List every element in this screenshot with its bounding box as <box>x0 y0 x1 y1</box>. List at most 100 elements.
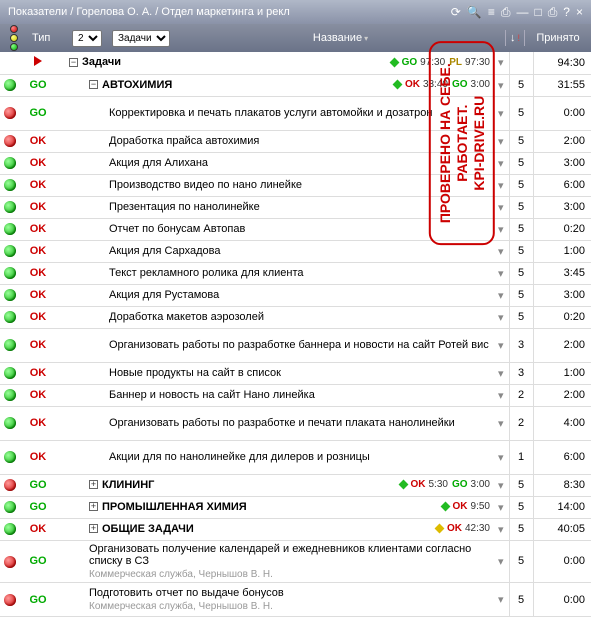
table-row[interactable]: OK+ОБЩИЕ ЗАДАЧИOK42:30▾540:05 <box>0 518 591 540</box>
table-row[interactable]: OKАкция для Рустамова▾53:00 <box>0 284 591 306</box>
num-select[interactable]: 2 <box>68 28 104 49</box>
table-row[interactable]: OKОрганизовать работы по разработке банн… <box>0 328 591 362</box>
minimize-icon[interactable]: — <box>516 5 528 20</box>
table-row[interactable]: GO+КЛИНИНГOK5:30GO3:00▾58:30 <box>0 474 591 496</box>
type-header[interactable]: Тип <box>28 30 64 46</box>
name-cell: Акции для по нанолинейке для дилеров и р… <box>56 440 493 474</box>
name-cell: Корректировка и печать плакатов услуги а… <box>56 96 493 130</box>
row-dropdown[interactable]: ▾ <box>493 96 509 130</box>
task-name: Баннер и новость на сайт Нано линейка <box>109 389 490 402</box>
task-subtext: Коммерческая служба, Чернышов В. Н. <box>89 569 273 580</box>
row-dropdown[interactable]: ▾ <box>493 218 509 240</box>
help-icon[interactable]: ? <box>563 5 570 20</box>
count-cell: 5 <box>509 583 533 617</box>
titlebar: Показатели / Горелова О. А. / Отдел марк… <box>0 0 591 24</box>
time-cell: 6:00 <box>533 440 591 474</box>
row-dropdown[interactable]: ▾ <box>493 384 509 406</box>
row-dropdown[interactable]: ▾ <box>493 583 509 617</box>
red-dot-icon <box>4 594 16 606</box>
collapse-icon[interactable]: − <box>89 80 98 89</box>
name-cell: Акция для Сархадова <box>56 240 493 262</box>
table-row[interactable]: OKДоработка макетов аэрозолей▾50:20 <box>0 306 591 328</box>
task-name: Доработка макетов аэрозолей <box>109 311 490 324</box>
row-dropdown[interactable]: ▾ <box>493 362 509 384</box>
table-row[interactable]: OKБаннер и новость на сайт Нано линейка▾… <box>0 384 591 406</box>
table-row[interactable]: OKТекст рекламного ролика для клиента▾53… <box>0 262 591 284</box>
table-row[interactable]: OKОрганизовать работы по разработке и пе… <box>0 406 591 440</box>
status-light <box>0 262 20 284</box>
row-dropdown[interactable]: ▾ <box>493 152 509 174</box>
table-row[interactable]: GO−АВТОХИМИЯOK33:40GO3:00▾531:55 <box>0 74 591 96</box>
count-cell: 2 <box>509 406 533 440</box>
list-icon[interactable]: ≡ <box>488 5 495 20</box>
row-dropdown[interactable]: ▾ <box>493 262 509 284</box>
table-row[interactable]: OKАкция для Сархадова▾51:00 <box>0 240 591 262</box>
row-dropdown[interactable]: ▾ <box>493 440 509 474</box>
export-icon[interactable]: ⎙ <box>501 5 511 20</box>
row-dropdown[interactable]: ▾ <box>493 284 509 306</box>
traffic-light-header[interactable] <box>4 21 24 55</box>
status-light <box>0 284 20 306</box>
maximize-icon[interactable]: □ <box>534 5 541 20</box>
expand-icon[interactable]: + <box>89 502 98 511</box>
time-cell: 3:00 <box>533 284 591 306</box>
count-cell: 5 <box>509 196 533 218</box>
table-row[interactable]: OKПроизводство видео по нано линейке▾56:… <box>0 174 591 196</box>
task-name: Акция для Рустамова <box>109 289 490 302</box>
table-row[interactable]: OKНовые продукты на сайт в список▾31:00 <box>0 362 591 384</box>
refresh-icon[interactable]: ⟳ <box>451 5 461 20</box>
time-cell: 2:00 <box>533 384 591 406</box>
num-dropdown[interactable]: 2 <box>72 30 102 47</box>
print-icon[interactable]: ⎙ <box>548 5 558 20</box>
green-dot-icon <box>4 451 16 463</box>
titlebar-icons: ⟳ 🔍 ≡ ⎙ — □ ⎙ ? × <box>451 5 583 20</box>
count-cell: 5 <box>509 130 533 152</box>
task-name: КЛИНИНГ <box>102 479 396 492</box>
status-badge: OK5:30 <box>411 479 448 490</box>
table-row[interactable]: OKПрезентация по нанолинейке▾53:00 <box>0 196 591 218</box>
expand-icon[interactable]: + <box>89 524 98 533</box>
search-icon[interactable]: 🔍 <box>467 5 482 20</box>
table-row[interactable]: GO+ПРОМЫШЛЕННАЯ ХИМИЯOK9:50▾514:00 <box>0 496 591 518</box>
task-dropdown[interactable]: Задачи <box>112 30 170 47</box>
row-dropdown[interactable]: ▾ <box>493 474 509 496</box>
row-dropdown[interactable]: ▾ <box>493 174 509 196</box>
table-row[interactable]: GOОрганизовать получение календарей и еж… <box>0 540 591 583</box>
close-icon[interactable]: × <box>576 5 583 20</box>
row-dropdown[interactable]: ▾ <box>493 74 509 96</box>
collapse-icon[interactable]: − <box>69 58 78 67</box>
row-dropdown[interactable]: ▾ <box>493 240 509 262</box>
sort-header[interactable]: ↓ ! <box>505 30 525 46</box>
name-header[interactable]: Название ▾ <box>180 30 501 46</box>
type-cell: OK <box>20 328 56 362</box>
row-dropdown[interactable]: ▾ <box>493 196 509 218</box>
table-row[interactable]: OKОтчет по бонусам Автопав▾50:20 <box>0 218 591 240</box>
type-cell: GO <box>20 96 56 130</box>
table-row[interactable]: OKАкция для Алихана▾53:00 <box>0 152 591 174</box>
diamond-icon <box>440 502 450 512</box>
prinyato-header[interactable]: Принято <box>529 30 587 46</box>
table-row[interactable]: GOПодготовить отчет по выдаче бонусовКом… <box>0 583 591 617</box>
row-dropdown[interactable]: ▾ <box>493 52 509 74</box>
name-cell: Организовать работы по разработке баннер… <box>56 328 493 362</box>
row-dropdown[interactable]: ▾ <box>493 496 509 518</box>
time-cell: 40:05 <box>533 518 591 540</box>
table-row[interactable]: −ЗадачиGO97:30PL97:30▾94:30 <box>0 52 591 74</box>
row-dropdown[interactable]: ▾ <box>493 306 509 328</box>
type-cell: GO <box>20 583 56 617</box>
status-light <box>0 306 20 328</box>
table-row[interactable]: GOКорректировка и печать плакатов услуги… <box>0 96 591 130</box>
row-dropdown[interactable]: ▾ <box>493 328 509 362</box>
row-dropdown[interactable]: ▾ <box>493 406 509 440</box>
task-name: Организовать работы по разработке и печа… <box>109 417 490 430</box>
count-cell: 3 <box>509 362 533 384</box>
expand-icon[interactable]: + <box>89 480 98 489</box>
task-select[interactable]: Задачи <box>108 28 176 49</box>
row-dropdown[interactable]: ▾ <box>493 518 509 540</box>
table-row[interactable]: OKАкции для по нанолинейке для дилеров и… <box>0 440 591 474</box>
status-light <box>0 384 20 406</box>
row-dropdown[interactable]: ▾ <box>493 130 509 152</box>
table-row[interactable]: OKДоработка прайса автохимия▾52:00 <box>0 130 591 152</box>
row-dropdown[interactable]: ▾ <box>493 540 509 583</box>
type-cell: GO <box>20 540 56 583</box>
